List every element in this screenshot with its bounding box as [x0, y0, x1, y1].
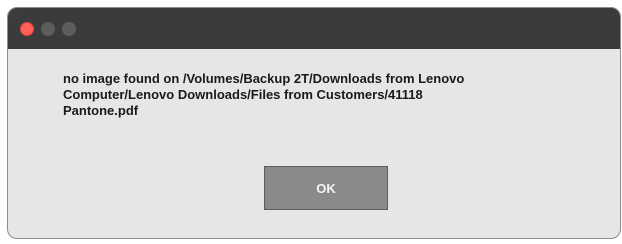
close-window-icon[interactable] — [20, 22, 34, 36]
zoom-window-icon[interactable] — [62, 22, 76, 36]
minimize-window-icon[interactable] — [41, 22, 55, 36]
title-bar — [8, 8, 620, 49]
ok-button[interactable]: OK — [264, 166, 388, 210]
alert-dialog: no image found on /Volumes/Backup 2T/Dow… — [7, 7, 621, 239]
error-message: no image found on /Volumes/Backup 2T/Dow… — [63, 71, 465, 118]
